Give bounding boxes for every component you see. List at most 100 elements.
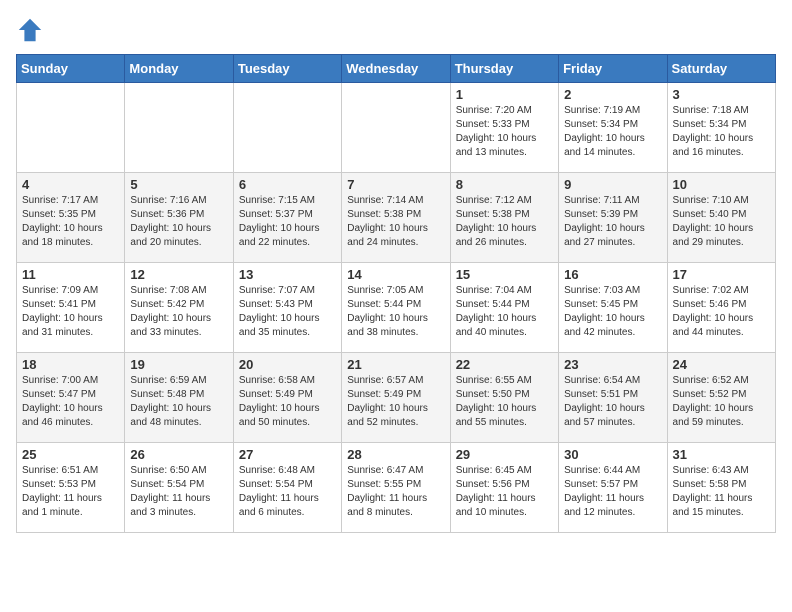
calendar-cell: 14 Sunrise: 7:05 AM Sunset: 5:44 PM Dayli…	[342, 263, 450, 353]
day-number: 1	[456, 87, 553, 102]
day-info: Sunrise: 7:04 AM Sunset: 5:44 PM Dayligh…	[456, 284, 553, 340]
week-row-3: 11 Sunrise: 7:09 AM Sunset: 5:41 PM Dayli…	[17, 263, 776, 353]
day-info: Sunrise: 7:02 AM Sunset: 5:46 PM Dayligh…	[673, 284, 770, 340]
day-info: Sunrise: 6:54 AM Sunset: 5:51 PM Dayligh…	[564, 374, 661, 430]
day-number: 13	[239, 267, 336, 282]
day-info: Sunrise: 6:45 AM Sunset: 5:56 PM Dayligh…	[456, 464, 553, 520]
calendar-cell: 27 Sunrise: 6:48 AM Sunset: 5:54 PM Dayli…	[233, 443, 341, 533]
day-number: 26	[130, 447, 227, 462]
calendar-cell: 12 Sunrise: 7:08 AM Sunset: 5:42 PM Dayli…	[125, 263, 233, 353]
day-info: Sunrise: 7:05 AM Sunset: 5:44 PM Dayligh…	[347, 284, 444, 340]
day-info: Sunrise: 7:18 AM Sunset: 5:34 PM Dayligh…	[673, 104, 770, 160]
day-number: 2	[564, 87, 661, 102]
day-info: Sunrise: 6:55 AM Sunset: 5:50 PM Dayligh…	[456, 374, 553, 430]
day-number: 21	[347, 357, 444, 372]
calendar-cell: 28 Sunrise: 6:47 AM Sunset: 5:55 PM Dayli…	[342, 443, 450, 533]
day-number: 28	[347, 447, 444, 462]
day-info: Sunrise: 6:50 AM Sunset: 5:54 PM Dayligh…	[130, 464, 227, 520]
day-number: 19	[130, 357, 227, 372]
day-number: 23	[564, 357, 661, 372]
week-row-2: 4Sunrise: 7:17 AM Sunset: 5:35 PM Daylig…	[17, 173, 776, 263]
day-info: Sunrise: 6:43 AM Sunset: 5:58 PM Dayligh…	[673, 464, 770, 520]
day-number: 9	[564, 177, 661, 192]
day-info: Sunrise: 7:20 AM Sunset: 5:33 PM Dayligh…	[456, 104, 553, 160]
day-info: Sunrise: 6:58 AM Sunset: 5:49 PM Dayligh…	[239, 374, 336, 430]
day-info: Sunrise: 7:03 AM Sunset: 5:45 PM Dayligh…	[564, 284, 661, 340]
calendar-cell: 8 Sunrise: 7:12 AM Sunset: 5:38 PM Daylig…	[450, 173, 558, 263]
day-info: Sunrise: 7:15 AM Sunset: 5:37 PM Dayligh…	[239, 194, 336, 250]
day-info: Sunrise: 7:00 AM Sunset: 5:47 PM Dayligh…	[22, 374, 119, 430]
day-info: Sunrise: 6:59 AM Sunset: 5:48 PM Dayligh…	[130, 374, 227, 430]
day-header-thursday: Thursday	[450, 55, 558, 83]
day-number: 14	[347, 267, 444, 282]
day-number: 8	[456, 177, 553, 192]
day-info: Sunrise: 7:12 AM Sunset: 5:38 PM Dayligh…	[456, 194, 553, 250]
day-number: 27	[239, 447, 336, 462]
day-info: Sunrise: 6:48 AM Sunset: 5:54 PM Dayligh…	[239, 464, 336, 520]
calendar-cell: 18Sunrise: 7:00 AM Sunset: 5:47 PM Dayli…	[17, 353, 125, 443]
day-info: Sunrise: 7:14 AM Sunset: 5:38 PM Dayligh…	[347, 194, 444, 250]
calendar-cell: 13Sunrise: 7:07 AM Sunset: 5:43 PM Dayli…	[233, 263, 341, 353]
calendar-cell: 6 Sunrise: 7:15 AM Sunset: 5:37 PM Daylig…	[233, 173, 341, 263]
day-header-saturday: Saturday	[667, 55, 775, 83]
day-number: 15	[456, 267, 553, 282]
day-header-friday: Friday	[559, 55, 667, 83]
day-number: 3	[673, 87, 770, 102]
calendar-cell: 25 Sunrise: 6:51 AM Sunset: 5:53 PM Dayli…	[17, 443, 125, 533]
day-number: 31	[673, 447, 770, 462]
logo	[16, 16, 48, 44]
day-number: 11	[22, 267, 119, 282]
day-number: 29	[456, 447, 553, 462]
logo-icon	[16, 16, 44, 44]
day-number: 20	[239, 357, 336, 372]
week-row-4: 18Sunrise: 7:00 AM Sunset: 5:47 PM Dayli…	[17, 353, 776, 443]
calendar-cell: 21Sunrise: 6:57 AM Sunset: 5:49 PM Dayli…	[342, 353, 450, 443]
calendar-cell: 10Sunrise: 7:10 AM Sunset: 5:40 PM Dayli…	[667, 173, 775, 263]
calendar-cell: 30 Sunrise: 6:44 AM Sunset: 5:57 PM Dayli…	[559, 443, 667, 533]
calendar-cell: 31 Sunrise: 6:43 AM Sunset: 5:58 PM Dayli…	[667, 443, 775, 533]
calendar-cell: 9 Sunrise: 7:11 AM Sunset: 5:39 PM Daylig…	[559, 173, 667, 263]
header-row: SundayMondayTuesdayWednesdayThursdayFrid…	[17, 55, 776, 83]
calendar-cell: 17 Sunrise: 7:02 AM Sunset: 5:46 PM Dayli…	[667, 263, 775, 353]
day-number: 30	[564, 447, 661, 462]
day-info: Sunrise: 7:08 AM Sunset: 5:42 PM Dayligh…	[130, 284, 227, 340]
day-info: Sunrise: 6:51 AM Sunset: 5:53 PM Dayligh…	[22, 464, 119, 520]
calendar-cell: 7 Sunrise: 7:14 AM Sunset: 5:38 PM Daylig…	[342, 173, 450, 263]
day-number: 24	[673, 357, 770, 372]
calendar-cell: 19 Sunrise: 6:59 AM Sunset: 5:48 PM Dayli…	[125, 353, 233, 443]
day-info: Sunrise: 7:10 AM Sunset: 5:40 PM Dayligh…	[673, 194, 770, 250]
day-info: Sunrise: 6:47 AM Sunset: 5:55 PM Dayligh…	[347, 464, 444, 520]
day-header-wednesday: Wednesday	[342, 55, 450, 83]
calendar-cell: 1 Sunrise: 7:20 AM Sunset: 5:33 PM Daylig…	[450, 83, 558, 173]
day-header-monday: Monday	[125, 55, 233, 83]
calendar-cell: 3 Sunrise: 7:18 AM Sunset: 5:34 PM Daylig…	[667, 83, 775, 173]
calendar-cell: 15 Sunrise: 7:04 AM Sunset: 5:44 PM Dayli…	[450, 263, 558, 353]
calendar-cell: 2 Sunrise: 7:19 AM Sunset: 5:34 PM Daylig…	[559, 83, 667, 173]
calendar-cell: 24 Sunrise: 6:52 AM Sunset: 5:52 PM Dayli…	[667, 353, 775, 443]
calendar-cell: 22Sunrise: 6:55 AM Sunset: 5:50 PM Dayli…	[450, 353, 558, 443]
day-info: Sunrise: 6:44 AM Sunset: 5:57 PM Dayligh…	[564, 464, 661, 520]
calendar-table: SundayMondayTuesdayWednesdayThursdayFrid…	[16, 54, 776, 533]
day-info: Sunrise: 6:52 AM Sunset: 5:52 PM Dayligh…	[673, 374, 770, 430]
day-number: 17	[673, 267, 770, 282]
day-info: Sunrise: 7:16 AM Sunset: 5:36 PM Dayligh…	[130, 194, 227, 250]
calendar-cell	[125, 83, 233, 173]
calendar-cell: 4Sunrise: 7:17 AM Sunset: 5:35 PM Daylig…	[17, 173, 125, 263]
day-number: 5	[130, 177, 227, 192]
day-info: Sunrise: 7:19 AM Sunset: 5:34 PM Dayligh…	[564, 104, 661, 160]
day-number: 6	[239, 177, 336, 192]
week-row-5: 25 Sunrise: 6:51 AM Sunset: 5:53 PM Dayli…	[17, 443, 776, 533]
week-row-1: 1 Sunrise: 7:20 AM Sunset: 5:33 PM Daylig…	[17, 83, 776, 173]
day-number: 25	[22, 447, 119, 462]
day-header-tuesday: Tuesday	[233, 55, 341, 83]
day-info: Sunrise: 7:11 AM Sunset: 5:39 PM Dayligh…	[564, 194, 661, 250]
day-number: 16	[564, 267, 661, 282]
calendar-cell: 20 Sunrise: 6:58 AM Sunset: 5:49 PM Dayli…	[233, 353, 341, 443]
calendar-cell: 23 Sunrise: 6:54 AM Sunset: 5:51 PM Dayli…	[559, 353, 667, 443]
calendar-cell: 11 Sunrise: 7:09 AM Sunset: 5:41 PM Dayli…	[17, 263, 125, 353]
day-header-sunday: Sunday	[17, 55, 125, 83]
day-number: 7	[347, 177, 444, 192]
calendar-cell: 26 Sunrise: 6:50 AM Sunset: 5:54 PM Dayli…	[125, 443, 233, 533]
day-info: Sunrise: 7:09 AM Sunset: 5:41 PM Dayligh…	[22, 284, 119, 340]
day-number: 12	[130, 267, 227, 282]
